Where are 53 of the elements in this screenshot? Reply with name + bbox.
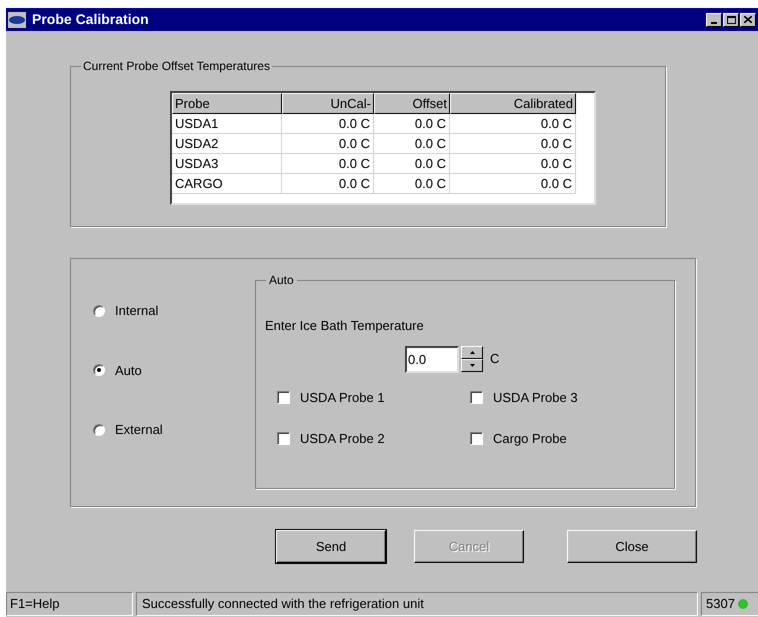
status-message: Successfully connected with the refrigeration unit bbox=[136, 592, 698, 616]
column-header[interactable]: Offset bbox=[374, 93, 450, 114]
radio-button[interactable] bbox=[93, 364, 105, 376]
table-cell: 0.0 C bbox=[282, 154, 374, 174]
column-header[interactable]: Calibrated bbox=[450, 93, 576, 114]
checkbox-label: USDA Probe 1 bbox=[300, 388, 385, 406]
checkbox-label: Cargo Probe bbox=[493, 430, 567, 448]
status-help: F1=Help bbox=[6, 592, 133, 616]
table-cell: 0.0 C bbox=[450, 154, 576, 174]
checkbox-label: USDA Probe 3 bbox=[493, 388, 578, 406]
close-icon bbox=[744, 16, 752, 23]
status-code: 5307 bbox=[706, 595, 735, 614]
checkbox[interactable] bbox=[470, 390, 483, 404]
checkbox[interactable] bbox=[277, 390, 290, 404]
down-arrow-icon bbox=[470, 364, 474, 367]
minimize-button[interactable] bbox=[706, 12, 722, 26]
window-title: Probe Calibration bbox=[32, 10, 149, 29]
close-button[interactable] bbox=[740, 12, 756, 26]
unit-label: C bbox=[490, 350, 500, 368]
dialog-button[interactable]: Send bbox=[276, 530, 386, 563]
table-cell: 0.0 C bbox=[374, 114, 450, 134]
checkbox[interactable] bbox=[470, 432, 483, 446]
table-cell: 0.0 C bbox=[282, 134, 374, 154]
table-cell: USDA2 bbox=[172, 134, 282, 154]
app-logo-icon bbox=[8, 12, 26, 28]
group-title: Current Probe Offset Temperatures bbox=[81, 58, 272, 74]
spin-control[interactable] bbox=[461, 346, 483, 372]
dialog-button[interactable]: Close bbox=[567, 530, 697, 563]
radio-label: Auto bbox=[115, 362, 142, 380]
field-label: Enter Ice Bath Temperature bbox=[265, 317, 425, 335]
maximize-button[interactable] bbox=[723, 12, 739, 26]
column-header[interactable]: Probe bbox=[172, 93, 282, 114]
table-cell: 0.0 C bbox=[450, 134, 576, 154]
temperature-field[interactable]: 0.0 bbox=[405, 346, 459, 372]
up-arrow-icon bbox=[470, 351, 474, 354]
radio-button[interactable] bbox=[93, 304, 105, 317]
table-cell: 0.0 C bbox=[282, 174, 374, 194]
table-cell: 0.0 C bbox=[374, 174, 450, 194]
table-cell: 0.0 C bbox=[450, 114, 576, 134]
connection-status-icon bbox=[738, 599, 748, 609]
table-cell: 0.0 C bbox=[374, 134, 450, 154]
checkbox-label: USDA Probe 2 bbox=[300, 430, 385, 448]
checkbox[interactable] bbox=[277, 432, 290, 446]
radio-button[interactable] bbox=[93, 424, 105, 436]
table-cell: 0.0 C bbox=[450, 174, 576, 194]
table-cell: 0.0 C bbox=[374, 154, 450, 174]
table-cell: USDA3 bbox=[172, 154, 282, 174]
table-cell: CARGO bbox=[172, 174, 282, 194]
table-cell: 0.0 C bbox=[282, 114, 374, 134]
radio-label: Internal bbox=[115, 302, 158, 320]
table-cell: USDA1 bbox=[172, 114, 282, 134]
radio-label: External bbox=[115, 421, 163, 439]
column-header[interactable]: UnCal- bbox=[282, 93, 374, 114]
